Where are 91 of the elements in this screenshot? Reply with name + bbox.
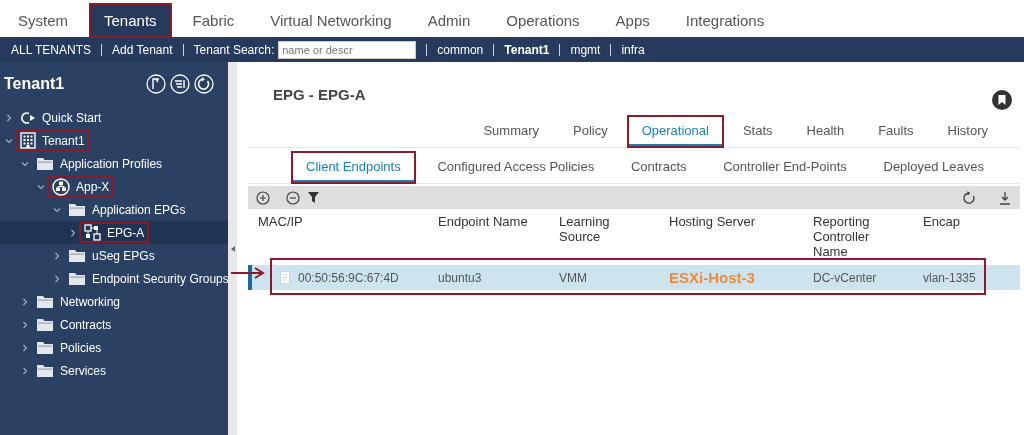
- chevron-icon[interactable]: [5, 113, 13, 122]
- chevron-icon[interactable]: [53, 205, 61, 214]
- search-label: Tenant Search:: [193, 42, 275, 57]
- list-icon[interactable]: [170, 74, 190, 94]
- remove-icon[interactable]: [286, 190, 300, 205]
- annotation-arrow: [231, 267, 265, 279]
- chevron-icon[interactable]: [5, 136, 13, 145]
- table-row[interactable]: 00:50:56:9C:67:4D ubuntu3 VMM ESXi-Host-3 DC-vCenter vlan-1335: [248, 265, 1020, 290]
- sub-tab[interactable]: Configured Access Policies: [423, 152, 609, 183]
- tab[interactable]: Policy: [559, 116, 622, 147]
- tenant-link[interactable]: Add Tenant: [112, 42, 173, 57]
- tree-item[interactable]: Policies: [0, 336, 228, 359]
- folder-icon: [36, 294, 54, 309]
- tree-item[interactable]: App-X: [0, 175, 228, 198]
- tenant-link[interactable]: Tenant1: [504, 42, 550, 57]
- chevron-icon[interactable]: [21, 297, 29, 306]
- table-cell: vlan-1335: [923, 270, 976, 285]
- add-icon[interactable]: [256, 190, 270, 205]
- tab[interactable]: Summary: [469, 116, 554, 147]
- table-cell: 00:50:56:9C:67:4D: [298, 270, 399, 285]
- chevron-icon[interactable]: [21, 366, 29, 375]
- chevron-icon[interactable]: [21, 343, 29, 352]
- chevron-icon[interactable]: [53, 274, 61, 283]
- column-header[interactable]: Hosting Server: [669, 214, 755, 229]
- nav-tab[interactable]: Integrations: [671, 4, 779, 37]
- nav-tab[interactable]: Admin: [413, 4, 485, 37]
- refresh-icon[interactable]: [962, 190, 976, 205]
- chevron-icon[interactable]: [53, 251, 61, 260]
- tree-item[interactable]: Quick Start: [0, 106, 228, 129]
- folder-icon: [36, 340, 54, 355]
- sub-tab[interactable]: Controller End-Points: [709, 152, 861, 183]
- tree-item[interactable]: Endpoint Security Groups: [0, 267, 228, 290]
- table-cell: DC-vCenter: [813, 270, 877, 285]
- table-cell: ubuntu3: [438, 270, 482, 285]
- nav-tab[interactable]: Virtual Networking: [256, 4, 406, 37]
- nav-tab[interactable]: System: [4, 4, 82, 37]
- tree-item[interactable]: Contracts: [0, 313, 228, 336]
- nav-tab[interactable]: Fabric: [178, 4, 249, 37]
- tenant-link[interactable]: common: [437, 42, 484, 57]
- sub-tab[interactable]: Contracts: [616, 152, 701, 183]
- tree-item[interactable]: Services: [0, 359, 228, 382]
- chevron-icon[interactable]: [21, 320, 29, 329]
- column-header[interactable]: Learning Source: [559, 214, 639, 244]
- quick-start-icon: [20, 110, 36, 125]
- tree-item[interactable]: Networking: [0, 290, 228, 313]
- table-cell: ESXi-Host-3: [669, 269, 755, 286]
- column-header[interactable]: Encap: [923, 214, 960, 229]
- folder-icon: [36, 317, 54, 332]
- page-title: EPG - EPG-A: [273, 85, 366, 103]
- collapse-icon[interactable]: [146, 74, 166, 94]
- tree-item[interactable]: Application Profiles: [0, 152, 228, 175]
- tree-item[interactable]: EPG-A: [0, 221, 228, 244]
- tab[interactable]: Stats: [728, 116, 787, 147]
- tree-item[interactable]: Tenant1: [0, 129, 228, 152]
- bookmark-icon[interactable]: [992, 90, 1012, 110]
- epg-icon: [84, 224, 101, 241]
- nav-tab[interactable]: Tenants: [90, 4, 171, 37]
- column-header[interactable]: Reporting Controller Name: [813, 214, 893, 259]
- tenant-link[interactable]: ALL TENANTS: [11, 42, 92, 57]
- nav-tab[interactable]: Operations: [492, 4, 594, 37]
- tab[interactable]: Health: [792, 116, 859, 147]
- column-header[interactable]: Endpoint Name: [438, 214, 528, 229]
- folder-icon: [36, 363, 54, 378]
- building-icon: [20, 132, 36, 149]
- tenant-link[interactable]: infra: [621, 42, 645, 57]
- filter-icon[interactable]: [308, 192, 319, 203]
- app-profile-icon: [52, 177, 70, 196]
- tab[interactable]: Faults: [864, 116, 928, 147]
- chevron-icon[interactable]: [37, 182, 45, 191]
- folder-icon: [68, 271, 86, 286]
- sub-tab[interactable]: Deployed Leaves: [869, 152, 998, 183]
- document-icon: [280, 271, 290, 284]
- tab[interactable]: Operational: [627, 116, 723, 147]
- chevron-icon[interactable]: [69, 228, 77, 237]
- column-header[interactable]: MAC/IP: [258, 214, 303, 229]
- tab[interactable]: History: [933, 116, 1002, 147]
- chevron-icon[interactable]: [21, 159, 29, 168]
- download-icon[interactable]: [998, 190, 1012, 205]
- tree-item[interactable]: Application EPGs: [0, 198, 228, 221]
- folder-icon: [68, 202, 86, 217]
- collapse-handle-icon[interactable]: [230, 245, 235, 252]
- nav-tab[interactable]: Apps: [601, 4, 664, 37]
- folder-icon: [68, 248, 86, 263]
- tenant-search-field[interactable]: name or descr: [278, 40, 417, 59]
- tree-item[interactable]: uSeg EPGs: [0, 244, 228, 267]
- table-cell: VMM: [559, 270, 587, 285]
- tenant-link[interactable]: mgmt: [570, 42, 601, 57]
- sub-tab[interactable]: Client Endpoints: [292, 152, 415, 183]
- folder-icon: [36, 156, 54, 171]
- sidebar-title: Tenant1: [4, 75, 65, 93]
- refresh-icon[interactable]: [194, 74, 214, 94]
